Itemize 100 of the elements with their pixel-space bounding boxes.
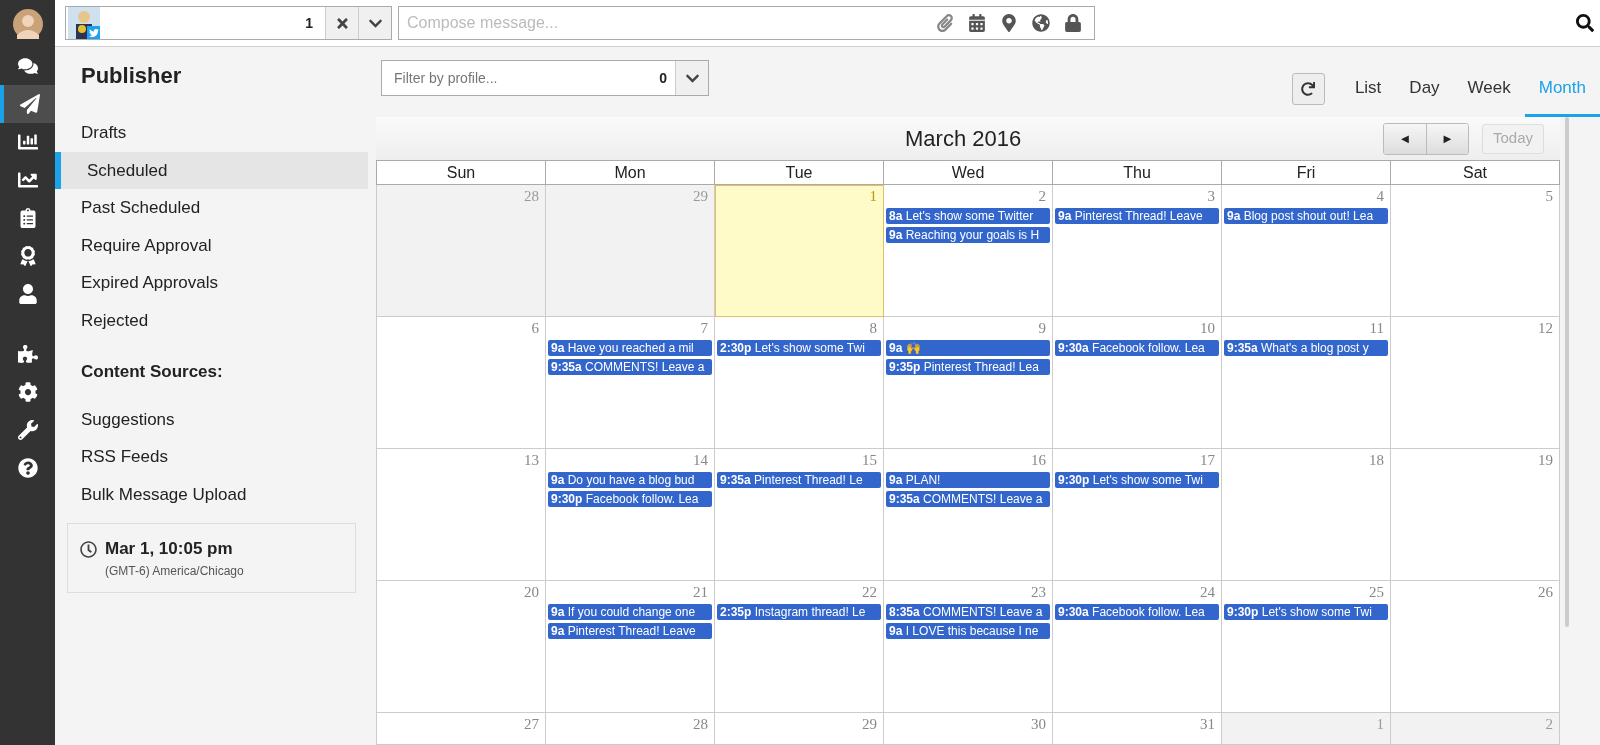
puzzle-icon: [17, 344, 38, 364]
day-cell[interactable]: 16 9a PLAN! 9:35a COMMENTS! Leave a: [884, 449, 1053, 581]
day-cell[interactable]: 28: [546, 713, 715, 745]
clear-button[interactable]: [325, 7, 358, 39]
scheduled-post[interactable]: 9:30a Facebook follow. Lea: [1055, 604, 1219, 620]
profile-picker[interactable]: 1: [65, 6, 392, 40]
publisher-title: Publisher: [80, 62, 183, 90]
day-cell[interactable]: 2 8a Let's show some Twitter 9a Reaching your goals is H: [884, 185, 1053, 317]
day-cell[interactable]: 27: [377, 713, 546, 745]
day-cell[interactable]: 15 9:35a Pinterest Thread! Le: [715, 449, 884, 581]
dropdown-button[interactable]: [358, 7, 391, 39]
globe-icon[interactable]: [1032, 14, 1050, 32]
view-tab[interactable]: Week: [1453, 65, 1525, 117]
day-cell[interactable]: 11 9:35a What's a blog post y: [1222, 317, 1391, 449]
scheduled-post[interactable]: 9a Pinterest Thread! Leave: [1055, 208, 1219, 224]
calendar-icon[interactable]: [968, 14, 986, 32]
day-cell[interactable]: 12: [1391, 317, 1560, 449]
view-tab[interactable]: List: [1340, 65, 1396, 117]
day-number: 20: [524, 583, 540, 601]
day-cell[interactable]: 8 2:30p Let's show some Twi: [715, 317, 884, 449]
dropdown-button[interactable]: [675, 61, 708, 95]
scheduled-post[interactable]: 9a I LOVE this because I ne: [886, 623, 1050, 639]
scheduled-post[interactable]: 2:35p Instagram thread! Le: [717, 604, 881, 620]
day-cell[interactable]: 10 9:30a Facebook follow. Lea: [1053, 317, 1222, 449]
scheduled-post[interactable]: 9a Pinterest Thread! Leave: [548, 623, 712, 639]
day-cell[interactable]: 23 8:35a COMMENTS! Leave a 9a I LOVE this because I ne: [884, 581, 1053, 713]
compose-input[interactable]: Compose message...: [407, 11, 922, 35]
view-tab[interactable]: Day: [1395, 65, 1454, 117]
day-cell[interactable]: 1: [715, 185, 884, 317]
day-cell[interactable]: 20: [377, 581, 546, 713]
scheduled-post[interactable]: 2:30p Let's show some Twi: [717, 340, 881, 356]
sidebar-item[interactable]: Rejected: [55, 301, 368, 339]
compose-field[interactable]: Compose message...: [398, 6, 1095, 40]
day-cell[interactable]: 31: [1053, 713, 1222, 745]
day-cell[interactable]: 14 9a Do you have a blog bud 9:30p Facebook follow. Lea: [546, 449, 715, 581]
profile-count: 1: [305, 13, 313, 33]
search-icon[interactable]: [1576, 14, 1594, 32]
avatar[interactable]: [12, 8, 43, 39]
day-cell[interactable]: 9 9a 🙌 9:35p Pinterest Thread! Lea: [884, 317, 1053, 449]
day-cell[interactable]: 7 9a Have you reached a mil 9:35a COMMENTS! Leave a: [546, 317, 715, 449]
sidebar-item[interactable]: Expired Approvals: [55, 264, 368, 302]
day-number: 29: [693, 187, 709, 205]
next-month-button[interactable]: ►: [1426, 123, 1468, 154]
paperclip-icon[interactable]: [936, 14, 954, 32]
day-number: 4: [1376, 187, 1385, 205]
day-cell[interactable]: 18: [1222, 449, 1391, 581]
scheduled-post[interactable]: 8a Let's show some Twitter: [886, 208, 1050, 224]
previous-month-button[interactable]: ◄: [1384, 123, 1426, 154]
scheduled-post[interactable]: 9:35a What's a blog post y: [1224, 340, 1388, 356]
scheduled-post[interactable]: 9:35p Pinterest Thread! Lea: [886, 359, 1050, 375]
day-cell[interactable]: 19: [1391, 449, 1560, 581]
profile-filter[interactable]: Filter by profile... 0: [381, 60, 709, 96]
weekday-header: Sun: [377, 161, 546, 185]
day-cell[interactable]: 21 9a If you could change one 9a Pinterest Thread! Leave: [546, 581, 715, 713]
day-cell[interactable]: 24 9:30a Facebook follow. Lea: [1053, 581, 1222, 713]
sidebar-item[interactable]: Require Approval: [55, 226, 368, 264]
day-number: 6: [531, 319, 540, 337]
sidebar-item[interactable]: Scheduled: [55, 151, 368, 189]
scheduled-post[interactable]: 9a 🙌: [886, 340, 1050, 356]
scheduled-post[interactable]: 9a If you could change one: [548, 604, 712, 620]
weekday-header: Sat: [1391, 161, 1560, 185]
sidebar-item[interactable]: Past Scheduled: [55, 189, 368, 227]
day-cell[interactable]: 22 2:35p Instagram thread! Le: [715, 581, 884, 713]
scheduled-post[interactable]: 9a Blog post shout out! Lea: [1224, 208, 1388, 224]
scheduled-post[interactable]: 9a Do you have a blog bud: [548, 472, 712, 488]
day-cell[interactable]: 3 9a Pinterest Thread! Leave: [1053, 185, 1222, 317]
scheduled-post[interactable]: 9:30p Let's show some Twi: [1055, 472, 1219, 488]
scheduled-post[interactable]: 9a PLAN!: [886, 472, 1050, 488]
bar-chart-icon: [17, 132, 38, 152]
sidebar-item[interactable]: Suggestions: [55, 400, 368, 438]
day-cell[interactable]: 4 9a Blog post shout out! Lea: [1222, 185, 1391, 317]
day-number: 30: [1031, 715, 1047, 733]
day-cell[interactable]: 6: [377, 317, 546, 449]
sidebar-item[interactable]: Bulk Message Upload: [55, 475, 368, 513]
refresh-button[interactable]: [1291, 73, 1325, 105]
scheduled-post[interactable]: 9a Have you reached a mil: [548, 340, 712, 356]
scheduled-post[interactable]: 9:30a Facebook follow. Lea: [1055, 340, 1219, 356]
scheduled-post[interactable]: 9:35a COMMENTS! Leave a: [548, 359, 712, 375]
sidebar-item[interactable]: Drafts: [55, 114, 368, 152]
day-cell[interactable]: 13: [377, 449, 546, 581]
day-cell[interactable]: 26: [1391, 581, 1560, 713]
lock-icon[interactable]: [1064, 14, 1082, 32]
day-cell[interactable]: 17 9:30p Let's show some Twi: [1053, 449, 1222, 581]
nav-rail-button[interactable]: [0, 85, 55, 123]
scheduled-post[interactable]: 9a Reaching your goals is H: [886, 227, 1050, 243]
day-number: 18: [1369, 451, 1385, 469]
scheduled-post[interactable]: 9:30p Let's show some Twi: [1224, 604, 1388, 620]
day-number: 26: [1538, 583, 1554, 601]
sidebar-item[interactable]: RSS Feeds: [55, 438, 368, 476]
day-cell[interactable]: 30: [884, 713, 1053, 745]
day-cell[interactable]: 5: [1391, 185, 1560, 317]
scheduled-post[interactable]: 8:35a COMMENTS! Leave a: [886, 604, 1050, 620]
scheduled-post[interactable]: 9:35a Pinterest Thread! Le: [717, 472, 881, 488]
day-cell[interactable]: 25 9:30p Let's show some Twi: [1222, 581, 1391, 713]
day-number: 21: [693, 583, 709, 601]
day-cell[interactable]: 29: [715, 713, 884, 745]
filter-input[interactable]: Filter by profile...: [382, 67, 660, 89]
scheduled-post[interactable]: 9:35a COMMENTS! Leave a: [886, 491, 1050, 507]
scheduled-post[interactable]: 9:30p Facebook follow. Lea: [548, 491, 712, 507]
map-pin-icon[interactable]: [1000, 14, 1018, 32]
